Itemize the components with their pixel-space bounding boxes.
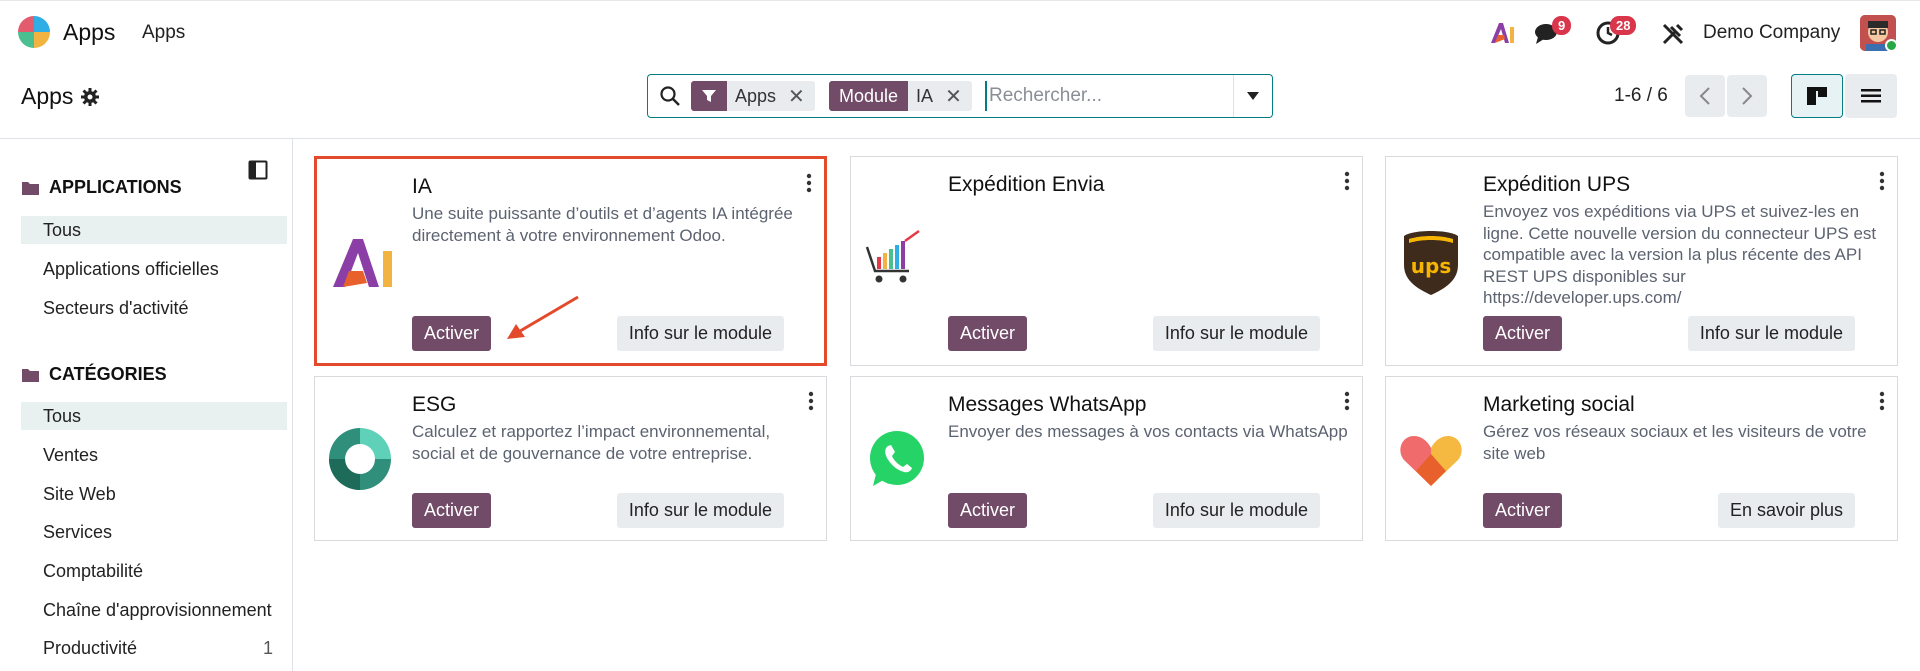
folder-icon xyxy=(22,181,39,195)
sidebar-item-productivite[interactable]: Productivité 1 xyxy=(21,634,287,662)
kebab-menu-icon[interactable] xyxy=(1344,171,1350,191)
facet-module: Module IA ✕ xyxy=(829,81,972,111)
section-categories: CATÉGORIES xyxy=(21,364,167,385)
search-panel: APPLICATIONS Tous Applications officiell… xyxy=(0,139,293,671)
section-title: APPLICATIONS xyxy=(49,177,182,197)
section-applications: APPLICATIONS xyxy=(21,177,182,198)
search-icon[interactable] xyxy=(659,85,681,107)
module-info-button[interactable]: Info sur le module xyxy=(1152,316,1320,351)
sidebar-toggle-icon[interactable] xyxy=(248,160,268,180)
pager-next-button[interactable] xyxy=(1727,75,1767,117)
app-card-envia[interactable]: Expédition Envia Activer Info sur le mod… xyxy=(850,156,1363,366)
ups-shield-icon: ups xyxy=(1404,231,1458,295)
company-name[interactable]: Demo Company xyxy=(1703,22,1840,44)
sidebar-item-services[interactable]: Services xyxy=(21,518,287,546)
app-title: Messages WhatsApp xyxy=(948,393,1147,416)
facet-filter-label xyxy=(691,81,727,111)
kebab-menu-icon[interactable] xyxy=(1344,391,1350,411)
activate-button[interactable]: Activer xyxy=(1483,316,1563,351)
social-heart-icon xyxy=(1400,436,1462,486)
module-info-button[interactable]: Info sur le module xyxy=(616,316,784,351)
module-info-button[interactable]: Info sur le module xyxy=(1152,493,1320,528)
gear-icon[interactable] xyxy=(80,87,100,107)
app-card-esg[interactable]: ESG Calculez et rapportez l’impact envir… xyxy=(314,376,827,541)
search-input[interactable] xyxy=(985,81,1235,111)
app-card-marketing-social[interactable]: Marketing social Gérez vos réseaux socia… xyxy=(1385,376,1898,541)
top-navbar: Apps Apps 9 28 Demo Company xyxy=(0,0,1920,63)
app-card-ups[interactable]: ups Expédition UPS Envoyez vos expéditio… xyxy=(1385,156,1898,366)
app-description: Envoyez vos expéditions via UPS et suive… xyxy=(1483,202,1877,307)
pager-value[interactable]: 1-6 / 6 xyxy=(1614,85,1668,107)
sidebar-item-ventes[interactable]: Ventes xyxy=(21,441,287,469)
facet-remove-icon[interactable]: ✕ xyxy=(941,81,972,111)
activate-button[interactable]: Activer xyxy=(412,316,492,351)
app-title: Expédition UPS xyxy=(1483,173,1631,196)
facet-remove-icon[interactable]: ✕ xyxy=(784,81,815,111)
app-title: Marketing social xyxy=(1483,393,1635,416)
app-title: Expédition Envia xyxy=(948,173,1105,196)
odoo-apps-icon[interactable] xyxy=(17,15,51,49)
control-panel: Apps Apps ✕ Module IA ✕ Rechercher... 1-… xyxy=(0,63,1920,139)
tools-icon[interactable] xyxy=(1661,22,1685,46)
app-description: Une suite puissante d’outils et d’agents… xyxy=(412,204,793,245)
online-status-dot xyxy=(1885,39,1898,52)
app-card-whatsapp[interactable]: Messages WhatsApp Envoyer des messages à… xyxy=(850,376,1363,541)
facet-apps: Apps ✕ xyxy=(691,81,815,111)
search-bar: Apps ✕ Module IA ✕ xyxy=(647,74,1273,118)
app-description: Calculez et rapportez l’impact environne… xyxy=(412,422,771,463)
sidebar-item-label: Productivité xyxy=(43,638,138,658)
activate-button[interactable]: Activer xyxy=(412,493,492,528)
kebab-menu-icon[interactable] xyxy=(806,173,812,193)
filter-icon xyxy=(702,90,716,102)
kebab-menu-icon[interactable] xyxy=(1879,171,1885,191)
sidebar-item-applications-officielles[interactable]: Applications officielles xyxy=(21,255,287,283)
facet-label: Module xyxy=(829,81,909,111)
facet-value: Apps xyxy=(727,81,785,111)
sidebar-item-secteurs[interactable]: Secteurs d'activité xyxy=(21,294,287,322)
sidebar-item-count: 1 xyxy=(262,638,273,658)
chevron-left-icon xyxy=(1699,87,1710,105)
sidebar-item-site-web[interactable]: Site Web xyxy=(21,480,287,508)
envia-cart-icon xyxy=(865,229,920,283)
facet-value: IA xyxy=(908,81,942,111)
kebab-menu-icon[interactable] xyxy=(808,391,814,411)
app-card-ia[interactable]: IA Une suite puissante d’outils et d’age… xyxy=(314,156,827,366)
chat-count-badge: 9 xyxy=(1552,16,1572,35)
ai-icon[interactable] xyxy=(1489,21,1515,45)
ai-logo-icon xyxy=(333,239,392,287)
search-options-toggle[interactable] xyxy=(1233,75,1272,117)
activate-button[interactable]: Activer xyxy=(948,316,1028,351)
sidebar-item-tous-categories[interactable]: Tous xyxy=(21,402,287,430)
pager-previous-button[interactable] xyxy=(1685,75,1725,117)
kanban-icon xyxy=(1807,87,1827,105)
app-name[interactable]: Apps xyxy=(63,19,115,46)
page-title[interactable]: Apps xyxy=(21,83,73,110)
activate-button[interactable]: Activer xyxy=(948,493,1028,528)
section-title: CATÉGORIES xyxy=(49,364,167,384)
list-view-button[interactable] xyxy=(1845,74,1897,118)
list-icon xyxy=(1861,89,1881,103)
sidebar-item-chaine-approvisionnement[interactable]: Chaîne d'approvisionnement xyxy=(21,596,287,624)
app-title: IA xyxy=(412,175,432,198)
sidebar-item-tous-applications[interactable]: Tous xyxy=(21,216,287,244)
module-info-button[interactable]: Info sur le module xyxy=(616,493,784,528)
app-title: ESG xyxy=(412,393,457,416)
module-info-button[interactable]: Info sur le module xyxy=(1687,316,1855,351)
esg-ring-icon xyxy=(329,428,391,490)
arrow-annotation-icon xyxy=(507,295,579,339)
caret-down-icon xyxy=(1247,92,1259,100)
folder-icon xyxy=(22,368,39,382)
app-description: Envoyer des messages à vos contacts via … xyxy=(948,422,1348,441)
learn-more-button[interactable]: En savoir plus xyxy=(1717,493,1855,528)
activity-count-badge: 28 xyxy=(1610,16,1637,35)
whatsapp-icon xyxy=(870,431,924,486)
chevron-right-icon xyxy=(1742,87,1753,105)
kanban-view-button[interactable] xyxy=(1791,74,1843,118)
menu-apps[interactable]: Apps xyxy=(142,22,185,44)
app-description: Gérez vos réseaux sociaux et les visiteu… xyxy=(1483,422,1867,463)
svg-text:ups: ups xyxy=(1411,254,1451,278)
sidebar-item-comptabilite[interactable]: Comptabilité xyxy=(21,557,287,585)
activate-button[interactable]: Activer xyxy=(1483,493,1563,528)
kebab-menu-icon[interactable] xyxy=(1879,391,1885,411)
